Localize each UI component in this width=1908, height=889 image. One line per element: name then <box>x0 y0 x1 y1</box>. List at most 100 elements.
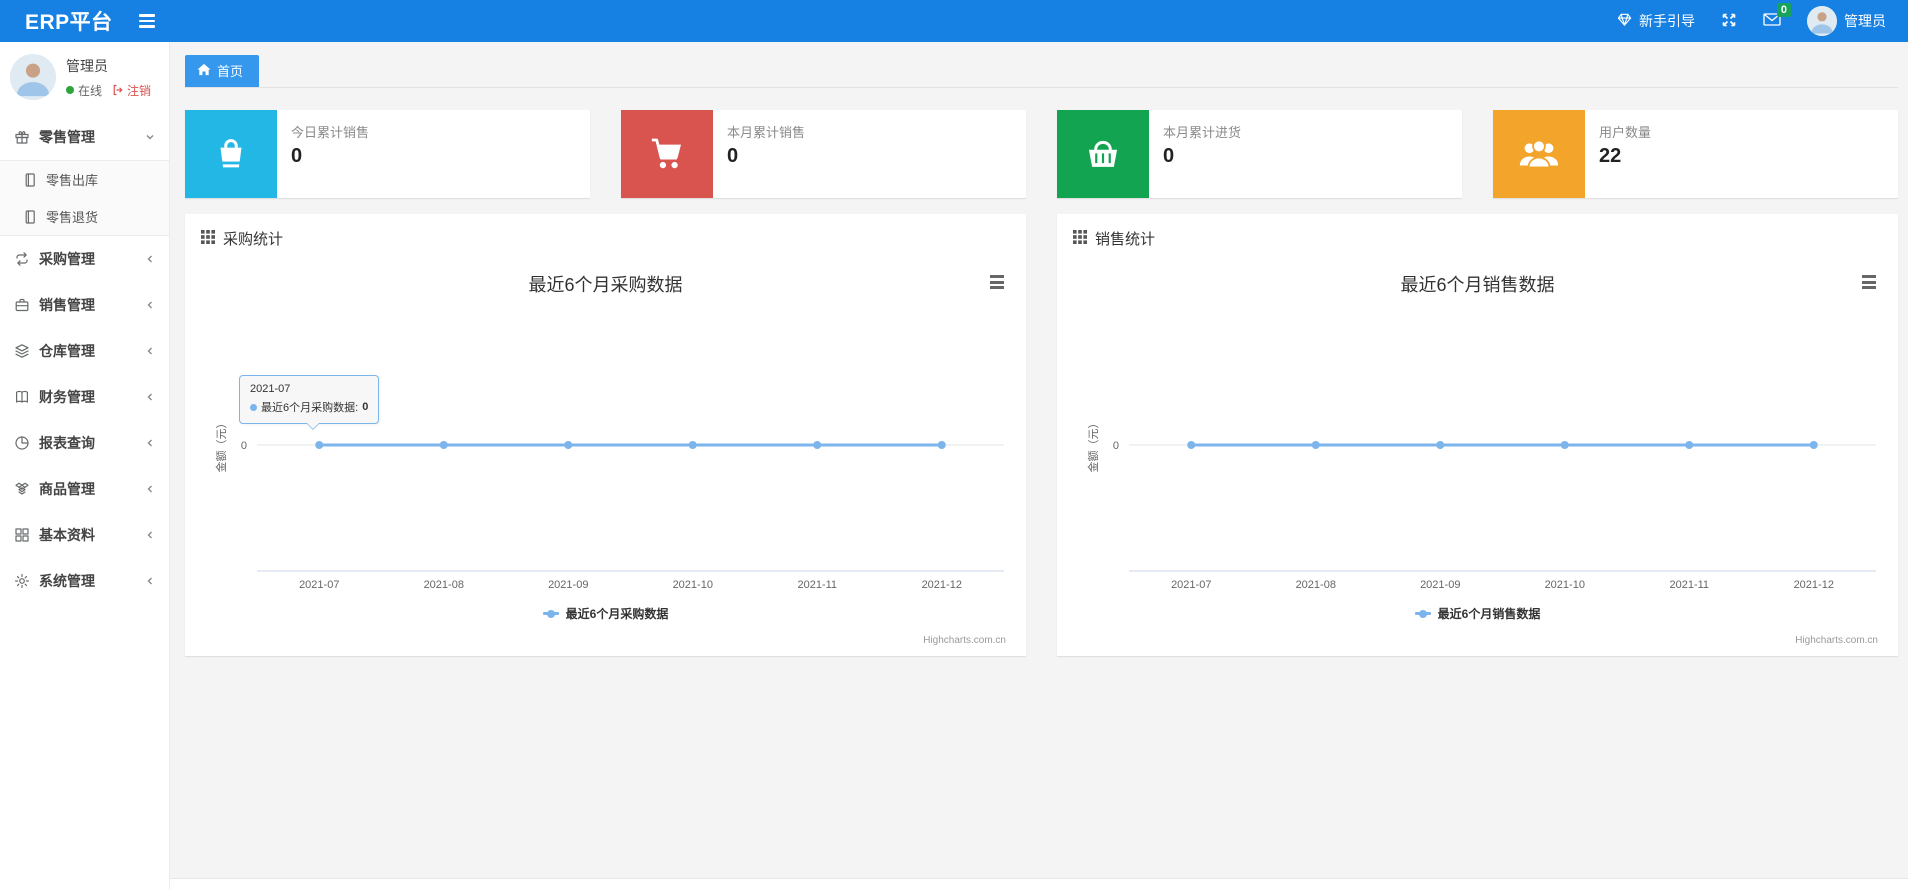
svg-text:2021-12: 2021-12 <box>1794 579 1834 591</box>
guide-button[interactable]: 新手引导 <box>1617 11 1695 31</box>
svg-text:0: 0 <box>1113 440 1119 452</box>
sidebar-item-purchase[interactable]: 采购管理 <box>0 236 169 282</box>
svg-text:2021-08: 2021-08 <box>424 579 464 591</box>
legend-line-marker-icon <box>542 609 559 618</box>
svg-text:2021-07: 2021-07 <box>299 579 339 591</box>
logout-label: 注销 <box>127 83 152 98</box>
panel-title: 销售统计 <box>1095 231 1156 248</box>
sidebar-item-reports[interactable]: 报表查询 <box>0 420 169 466</box>
chevron-left-icon <box>145 346 155 356</box>
panel-title: 采购统计 <box>223 231 284 248</box>
sidebar-item-sales[interactable]: 销售管理 <box>0 282 169 328</box>
svg-text:2021-11: 2021-11 <box>1669 579 1709 591</box>
stat-cards-row: 今日累计销售 0 本月累计销售 0 本月累计进货 0 用户数量 22 <box>185 110 1898 198</box>
svg-text:2021-10: 2021-10 <box>1545 579 1585 591</box>
sidebar-item-basic-data[interactable]: 基本资料 <box>0 512 169 558</box>
stat-value: 0 <box>727 145 739 167</box>
svg-text:2021-07: 2021-07 <box>1171 579 1211 591</box>
legend-line-marker-icon <box>1414 609 1431 618</box>
sidebar-item-finance[interactable]: 财务管理 <box>0 374 169 420</box>
svg-text:2021-10: 2021-10 <box>673 579 713 591</box>
chart-tooltip: 2021-07 最近6个月采购数据: 0 <box>239 375 380 430</box>
sidebar-item-system[interactable]: 系统管理 <box>0 558 169 604</box>
sidebar-item-label: 仓库管理 <box>39 343 95 359</box>
shopping-cart-icon <box>621 110 713 198</box>
legend-item[interactable]: 最近6个月采购数据 <box>199 605 1012 622</box>
online-status-dot <box>66 86 74 94</box>
svg-text:金额（元）: 金额（元） <box>1086 418 1100 473</box>
svg-text:2021-12: 2021-12 <box>922 579 962 591</box>
sidebar-toggle-icon[interactable] <box>133 8 161 34</box>
sidebar-subitem-label: 零售出库 <box>46 173 99 188</box>
tooltip-series: 最近6个月采购数据: <box>261 402 359 414</box>
sidebar-subitem-retail-return[interactable]: 零售退货 <box>0 198 169 235</box>
tab-home[interactable]: 首页 <box>185 55 260 87</box>
home-icon <box>197 63 211 79</box>
highcharts-credit-link[interactable]: Highcharts.com.cn <box>1795 635 1878 646</box>
sidebar-subitem-retail-outbound[interactable]: 零售出库 <box>0 161 169 198</box>
stat-value: 0 <box>291 145 303 167</box>
sidebar-item-label: 采购管理 <box>39 251 95 267</box>
sales-chart: 最近6个月销售数据 2021-07 2021-08 2021-09 2021-10 20… <box>1071 257 1884 653</box>
chevron-left-icon <box>145 484 155 494</box>
stat-value: 22 <box>1599 145 1622 167</box>
top-header: ERP平台 新手引导 0 管理员 <box>0 0 1908 42</box>
sidebar-subitem-label: 零售退货 <box>46 210 99 225</box>
messages-count-badge: 0 <box>1776 3 1791 17</box>
sidebar-username: 管理员 <box>66 57 108 74</box>
sidebar-item-retail[interactable]: 零售管理 <box>0 114 169 160</box>
header-username: 管理员 <box>1844 13 1886 29</box>
stat-card-today-sales: 今日累计销售 0 <box>185 110 590 198</box>
stat-label: 用户数量 <box>1599 125 1652 140</box>
stat-label: 今日累计销售 <box>291 125 370 140</box>
fullscreen-button[interactable] <box>1721 12 1737 31</box>
chevron-left-icon <box>145 530 155 540</box>
gem-icon <box>1617 12 1632 30</box>
sidebar-item-warehouse[interactable]: 仓库管理 <box>0 328 169 374</box>
chart-plot: 2021-07 2021-08 2021-09 2021-10 2021-11 2021-… <box>214 418 1004 591</box>
chevron-left-icon <box>145 254 155 264</box>
tab-bar: 首页 <box>185 55 1898 88</box>
sidebar-item-label: 商品管理 <box>39 481 95 497</box>
chart-panels-row: 采购统计 最近6个月采购数据 2021-07 2021-08 2021-09 2021… <box>185 214 1898 656</box>
svg-text:2021-09: 2021-09 <box>548 579 588 591</box>
svg-text:2021-11: 2021-11 <box>797 579 837 591</box>
shopping-bag-icon <box>185 110 277 198</box>
app-brand: ERP平台 <box>25 11 113 34</box>
purchase-chart: 最近6个月采购数据 2021-07 2021-08 2021-09 2021-10 20… <box>199 257 1012 653</box>
sidebar-item-label: 零售管理 <box>39 129 95 145</box>
sidebar-menu: 零售管理零售出库零售退货采购管理销售管理仓库管理财务管理报表查询商品管理基本资料… <box>0 114 169 604</box>
chevron-left-icon <box>145 438 155 448</box>
chevron-down-icon <box>145 132 155 142</box>
chevron-left-icon <box>145 300 155 310</box>
sidebar-item-goods[interactable]: 商品管理 <box>0 466 169 512</box>
sidebar-user-panel: 管理员 在线 注销 <box>0 42 169 114</box>
sidebar-item-label: 系统管理 <box>39 573 95 589</box>
footer <box>170 878 1908 889</box>
tooltip-category: 2021-07 <box>250 383 291 395</box>
messages-button[interactable]: 0 <box>1763 3 1791 30</box>
th-grid-icon <box>201 229 215 248</box>
tab-label: 首页 <box>217 64 244 79</box>
users-icon <box>1493 110 1585 198</box>
stat-label: 本月累计销售 <box>727 125 806 140</box>
panel-sales-stats: 销售统计 最近6个月销售数据 2021-07 2021-08 2021-09 2021… <box>1057 214 1898 656</box>
main-content: 首页 今日累计销售 0 本月累计销售 0 本月累计进货 0 用户数量 22 采购统计 最近6个… <box>170 42 1908 889</box>
avatar <box>1807 6 1837 36</box>
sidebar-item-label: 销售管理 <box>39 297 95 313</box>
highcharts-credit-link[interactable]: Highcharts.com.cn <box>923 635 1006 646</box>
guide-label: 新手引导 <box>1639 13 1695 29</box>
chevron-left-icon <box>145 576 155 586</box>
chart-plot: 2021-07 2021-08 2021-09 2021-10 2021-11 2021-… <box>1086 418 1876 591</box>
header-user-menu[interactable]: 管理员 <box>1807 6 1886 36</box>
svg-text:2021-09: 2021-09 <box>1420 579 1460 591</box>
series-dot-icon <box>250 403 257 411</box>
panel-purchase-stats: 采购统计 最近6个月采购数据 2021-07 2021-08 2021-09 2021… <box>185 214 1026 656</box>
sidebar-item-label: 报表查询 <box>39 435 95 451</box>
legend-item[interactable]: 最近6个月销售数据 <box>1071 605 1884 622</box>
stat-value: 0 <box>1163 145 1175 167</box>
tooltip-value: 0 <box>362 401 369 413</box>
shopping-basket-icon <box>1057 110 1149 198</box>
sidebar-item-label: 基本资料 <box>39 527 95 543</box>
logout-button[interactable]: 注销 <box>112 82 151 99</box>
